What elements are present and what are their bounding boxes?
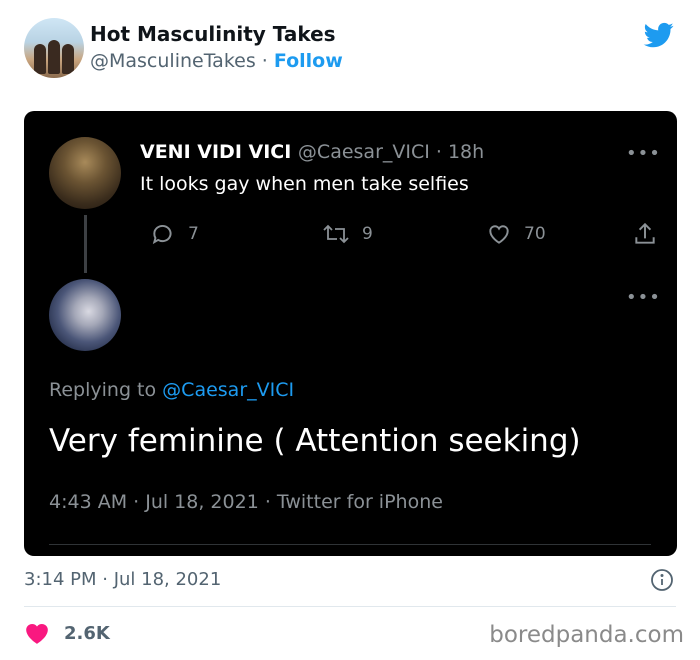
reply-button[interactable]: 7 <box>150 219 199 249</box>
handle-and-time[interactable]: @Caesar_VICI · 18h <box>298 141 484 163</box>
twitter-bird-icon[interactable] <box>642 20 676 50</box>
avatar[interactable] <box>24 18 84 78</box>
share-icon <box>635 222 655 244</box>
like-button[interactable]: 70 <box>486 219 546 249</box>
mention-link[interactable]: @Caesar_VICI <box>162 379 294 401</box>
more-icon[interactable]: ••• <box>626 289 660 307</box>
thread-line <box>84 215 87 273</box>
replying-to: Replying to @Caesar_VICI <box>49 379 294 401</box>
handle-row: @MasculineTakes · Follow <box>90 50 343 72</box>
avatar[interactable] <box>49 137 121 209</box>
avatar[interactable] <box>49 279 121 351</box>
embedded-screenshot: VENI VIDI VICI @Caesar_VICI · 18h ••• It… <box>24 111 677 556</box>
more-icon[interactable]: ••• <box>626 145 660 163</box>
replying-prefix: Replying to <box>49 379 157 401</box>
reply-count: 7 <box>188 224 199 244</box>
tweet-author-row: VENI VIDI VICI @Caesar_VICI · 18h <box>140 141 484 163</box>
tweet-timestamp[interactable]: 3:14 PM · Jul 18, 2021 <box>24 569 221 590</box>
retweet-icon <box>323 224 349 244</box>
handle[interactable]: @MasculineTakes <box>90 50 256 72</box>
display-name[interactable]: Hot Masculinity Takes <box>90 22 336 46</box>
watermark: boredpanda.com <box>489 622 684 648</box>
divider <box>24 606 676 607</box>
tweet-actions: 7 9 70 <box>140 219 660 249</box>
share-button[interactable] <box>632 219 670 249</box>
display-name[interactable]: VENI VIDI VICI <box>140 141 291 163</box>
like-count: 2.6K <box>64 622 110 644</box>
reply-icon <box>152 225 172 245</box>
like-count: 70 <box>524 224 546 244</box>
like-row[interactable]: 2.6K <box>24 620 110 646</box>
tweet-text: It looks gay when men take selfies <box>140 173 469 195</box>
reply-timestamp[interactable]: 4:43 AM · Jul 18, 2021 · Twitter for iPh… <box>49 491 443 513</box>
outer-tweet-header: Hot Masculinity Takes @MasculineTakes · … <box>24 18 680 82</box>
follow-button[interactable]: Follow <box>274 50 343 72</box>
heart-icon[interactable] <box>24 621 50 645</box>
separator: · <box>261 50 268 72</box>
reply-text: Very feminine ( Attention seeking) <box>49 423 581 459</box>
retweet-button[interactable]: 9 <box>322 219 373 249</box>
divider <box>49 544 651 545</box>
like-icon <box>489 225 509 244</box>
info-icon[interactable] <box>650 568 674 592</box>
retweet-count: 9 <box>362 224 373 244</box>
